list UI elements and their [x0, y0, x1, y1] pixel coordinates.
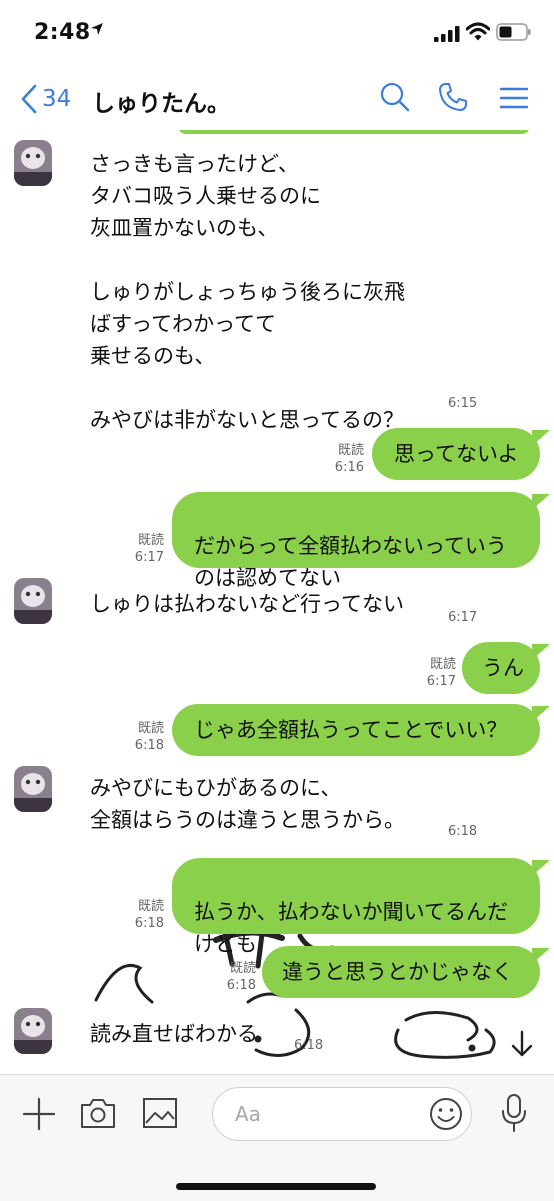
microphone-icon[interactable]: [500, 1093, 528, 1133]
home-indicator: [176, 1183, 376, 1190]
emoji-icon[interactable]: [429, 1097, 463, 1131]
message-time: 6:16: [334, 460, 364, 475]
previous-message-bubble-edge: [178, 130, 530, 134]
avatar[interactable]: [14, 578, 52, 624]
message-time: 6:18: [226, 978, 256, 993]
avatar[interactable]: [14, 766, 52, 812]
menu-icon[interactable]: [500, 86, 528, 110]
wifi-icon: [466, 22, 490, 41]
plus-icon[interactable]: [22, 1097, 56, 1131]
message-meta: 既読 6:17: [414, 656, 456, 690]
message-meta: 既読 6:18: [122, 720, 164, 754]
arrow-down-icon: [511, 1030, 533, 1057]
outgoing-message-bubble[interactable]: 払うか、払わないか聞いてるんだ けども: [172, 858, 550, 956]
message-meta: 既読 6:18: [214, 960, 256, 994]
chat-title: しゅりたん。: [92, 91, 230, 117]
outgoing-message-bubble[interactable]: じゃあ全額払うってことでいい？: [172, 704, 550, 756]
avatar[interactable]: [14, 1008, 52, 1054]
incoming-message-text: 読み直せばわかる: [90, 1022, 258, 1046]
message-input-container[interactable]: [212, 1087, 472, 1141]
message-time: 6:17: [134, 550, 164, 565]
incoming-message-text: しゅりは払わないなど行ってない: [90, 592, 404, 616]
message-meta: 既読 6:16: [322, 442, 364, 476]
message-input-bar: [0, 1074, 554, 1201]
incoming-message-text: みやびにもひがあるのに、 全額はらうのは違うと思うから。: [90, 776, 405, 832]
battery-icon: [496, 23, 531, 41]
incoming-message-text: さっきも言ったけど、 タバコ吸う人乗せるのに 灰皿置かないのも、 しゅりがしょっ…: [90, 152, 405, 432]
outgoing-message-bubble[interactable]: 違うと思うとかじゃなく: [262, 946, 550, 998]
outgoing-message-text: 思ってないよ: [394, 442, 519, 466]
message-input[interactable]: [233, 1098, 417, 1130]
message-time: 6:18: [294, 1038, 324, 1053]
read-receipt: 既読: [137, 721, 164, 736]
read-receipt: 既読: [137, 899, 164, 914]
unread-count: 34: [42, 86, 72, 112]
message-time: 6:17: [448, 610, 478, 625]
chevron-left-icon: [21, 84, 37, 114]
image-icon[interactable]: [142, 1097, 178, 1129]
outgoing-message-text: 違うと思うとかじゃなく: [282, 960, 513, 984]
message-time: 6:18: [134, 738, 164, 753]
status-time: 2:48: [34, 20, 91, 45]
message-meta: 既読 6:17: [122, 532, 164, 566]
cellular-signal-icon: [434, 26, 460, 42]
message-time: 6:15: [448, 396, 478, 411]
outgoing-message-bubble[interactable]: 思ってないよ: [372, 428, 550, 480]
scroll-to-bottom-button[interactable]: [500, 1022, 544, 1066]
outgoing-message-text: だからって全額払わないっていう のは認めてない: [194, 534, 507, 590]
phone-icon[interactable]: [438, 82, 468, 112]
location-arrow-icon: [91, 23, 103, 35]
avatar[interactable]: [14, 140, 52, 186]
read-receipt: 既読: [429, 657, 456, 672]
status-bar: 2:48: [0, 0, 554, 66]
back-button[interactable]: 34: [20, 82, 71, 116]
camera-icon[interactable]: [80, 1097, 116, 1129]
message-meta: 既読 6:18: [122, 898, 164, 932]
read-receipt: 既読: [229, 961, 256, 976]
search-icon[interactable]: [380, 82, 410, 112]
message-time: 6:18: [448, 824, 478, 839]
message-time: 6:18: [134, 916, 164, 931]
outgoing-message-bubble[interactable]: うん: [462, 642, 550, 694]
outgoing-message-bubble[interactable]: だからって全額払わないっていう のは認めてない: [172, 492, 550, 590]
chat-area[interactable]: さっきも言ったけど、 タバコ吸う人乗せるのに 灰皿置かないのも、 しゅりがしょっ…: [0, 130, 554, 1074]
read-receipt: 既読: [137, 533, 164, 548]
chat-header: 34 しゅりたん。: [0, 66, 554, 131]
read-receipt: 既読: [337, 443, 364, 458]
outgoing-message-text: うん: [482, 656, 524, 680]
outgoing-message-text: じゃあ全額払うってことでいい？: [194, 718, 508, 742]
message-time: 6:17: [426, 674, 456, 689]
